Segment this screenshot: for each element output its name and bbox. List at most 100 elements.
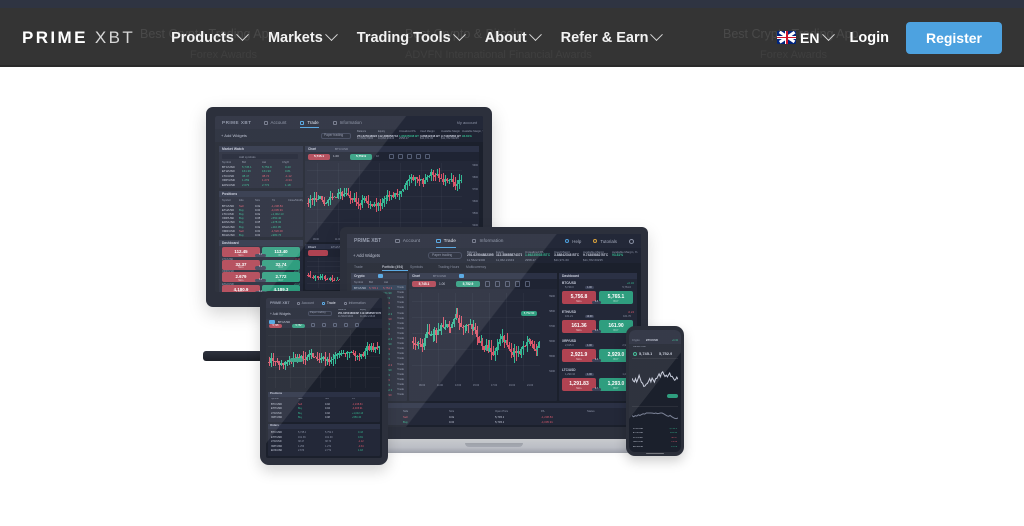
- row-trade-button[interactable]: Trade: [397, 327, 404, 330]
- row-trade-button[interactable]: Trade: [397, 301, 404, 304]
- fibonacci-icon[interactable]: [505, 281, 511, 287]
- row-trade-button[interactable]: Trade: [397, 383, 404, 386]
- tile-spread-left: 1,290.10: [565, 373, 576, 376]
- row-trade-button[interactable]: Trade: [397, 357, 404, 360]
- row-trade-button[interactable]: Trade: [397, 342, 404, 345]
- sub-tab-1[interactable]: Portfolio (494): [382, 265, 403, 269]
- platform-tab-information[interactable]: Information: [332, 120, 362, 125]
- buy-tile[interactable]: 4,180.9SELL: [222, 284, 260, 292]
- platform-tab-trade[interactable]: Trade: [300, 120, 319, 128]
- buy-tile[interactable]: 5,756.8 SELL: [562, 291, 596, 304]
- trend-line-icon[interactable]: [398, 154, 403, 159]
- register-button[interactable]: Register: [905, 21, 1002, 54]
- buy-tile[interactable]: 1,291.83 SELL: [562, 378, 596, 391]
- platform-tab-trade[interactable]: Trade: [436, 239, 456, 248]
- buy-tile[interactable]: 161.36 SELL: [562, 320, 596, 333]
- row-change: 0.43: [358, 431, 363, 434]
- sub-tab-0[interactable]: Trade: [354, 265, 363, 269]
- add-icon[interactable]: [633, 352, 637, 356]
- platform-tab-information[interactable]: Information: [343, 301, 366, 305]
- history-panel: Orders BTC/USD 5,745.1 5,752.9 0.43 ETH/USD 16…: [268, 424, 380, 456]
- row-trade-button[interactable]: Trade: [397, 296, 404, 299]
- time-axis-label: 15:00: [473, 384, 480, 387]
- magnet-icon[interactable]: [416, 154, 421, 159]
- row-trade-button[interactable]: Trade: [397, 373, 404, 376]
- platform-tab-trade[interactable]: Trade: [321, 301, 336, 305]
- row-trade-button[interactable]: Trade: [397, 378, 404, 381]
- price-axis-label: 5900: [549, 295, 555, 298]
- platform-tab-information[interactable]: Information: [471, 239, 503, 244]
- add-widgets-button[interactable]: + Add Widgets: [270, 312, 291, 316]
- nav-item-about-label: About: [484, 29, 527, 46]
- crosshair-icon[interactable]: [389, 154, 394, 159]
- row-trade-button[interactable]: Trade: [397, 368, 404, 371]
- nav-item-products[interactable]: Products: [171, 28, 249, 46]
- phone-back-label[interactable]: Crypto: [632, 339, 640, 342]
- sell-tile[interactable]: 2.772 BUY: [262, 272, 300, 283]
- phone-screen: Crypto BTC/USD +0.32 Market order 5,745.1 5,7…: [629, 330, 681, 452]
- stat-sub-value: 11,5622.9300: [467, 257, 486, 262]
- buy-tile[interactable]: 2,921.9 SELL: [562, 349, 596, 362]
- login-button[interactable]: Login: [850, 30, 889, 46]
- add-widgets-button[interactable]: + Add Widgets: [221, 133, 247, 138]
- fibonacci-icon[interactable]: [407, 154, 412, 159]
- chart2-sell-button[interactable]: [308, 250, 328, 256]
- platform-tab-tutorials[interactable]: Tutorials: [593, 239, 617, 244]
- sell-tile[interactable]: 32.74 BUY: [262, 259, 300, 270]
- nav-item-trading-tools[interactable]: Trading Tools: [357, 28, 466, 46]
- my-account-label[interactable]: My account: [457, 120, 477, 125]
- row-side: Buy: [298, 411, 303, 415]
- row-trade-button[interactable]: Trade: [397, 363, 404, 366]
- row-trade-button[interactable]: Trade: [397, 291, 404, 294]
- trend-line-icon[interactable]: [495, 281, 501, 287]
- crosshair-icon[interactable]: [485, 281, 491, 287]
- row-trade-button[interactable]: Trade: [397, 312, 404, 315]
- nav-item-about[interactable]: About: [484, 28, 542, 46]
- magnet-icon[interactable]: [344, 322, 349, 327]
- market-watch-search-placeholder: Add symbols: [239, 154, 256, 159]
- nav-item-refer-earn[interactable]: Refer & Earn: [561, 28, 664, 46]
- platform-tab-label: Account: [402, 238, 421, 244]
- language-switcher[interactable]: EN: [777, 28, 835, 46]
- sub-tab-3[interactable]: Trading Hours: [438, 265, 459, 269]
- primexbt-logo[interactable]: PRIME XBT: [22, 28, 135, 48]
- sell-tile[interactable]: 113.40 BUY: [262, 247, 300, 257]
- row-trade-button[interactable]: Trade: [397, 393, 404, 396]
- information-icon: [343, 301, 347, 305]
- stat-label: Equity: [360, 309, 367, 311]
- fibonacci-icon[interactable]: [333, 322, 338, 327]
- candle-body: [361, 200, 363, 205]
- chart-timeframe[interactable]: 1h: [376, 154, 379, 158]
- settings-icon[interactable]: [425, 154, 430, 159]
- market-watch-search[interactable]: [222, 154, 298, 159]
- trend-line-icon[interactable]: [322, 322, 327, 327]
- tile-change: +0.32: [626, 281, 634, 285]
- column-header: Symbol: [354, 281, 363, 284]
- avatar-icon[interactable]: [629, 238, 634, 244]
- platform-tab-account[interactable]: Account: [263, 120, 286, 125]
- row-trade-button[interactable]: Trade: [397, 388, 404, 391]
- row-trade-button[interactable]: Trade: [397, 337, 404, 340]
- sell-tile[interactable]: 5,765.1 BUY: [599, 291, 633, 304]
- row-trade-button[interactable]: Trade: [397, 306, 404, 309]
- row-trade-button[interactable]: Trade: [397, 317, 404, 320]
- platform-tab-account[interactable]: Account: [296, 301, 314, 305]
- magnet-icon[interactable]: [515, 281, 521, 287]
- row-trade-button[interactable]: Trade: [397, 352, 404, 355]
- phone-device: Crypto BTC/USD +0.32 Market order 5,745.1 5,7…: [626, 326, 684, 456]
- settings-icon[interactable]: [355, 322, 360, 327]
- platform-tab-account[interactable]: Account: [395, 239, 420, 244]
- candle-body: [520, 348, 522, 354]
- row-trade-button[interactable]: Trade: [397, 347, 404, 350]
- uk-flag-icon: [777, 31, 797, 44]
- platform-tab-help[interactable]: Help: [565, 239, 581, 244]
- settings-icon[interactable]: [525, 281, 531, 287]
- row-trade-button[interactable]: Trade: [397, 322, 404, 325]
- row-trade-button[interactable]: Trade: [397, 332, 404, 335]
- row-trade-button[interactable]: Trade: [397, 286, 404, 289]
- crosshair-icon[interactable]: [311, 322, 316, 327]
- sub-tab-2[interactable]: Symbols: [410, 265, 423, 269]
- nav-item-markets[interactable]: Markets: [268, 28, 338, 46]
- add-widgets-button[interactable]: + Add Widgets: [353, 253, 380, 258]
- sub-tab-4[interactable]: Multicurrency: [466, 265, 486, 269]
